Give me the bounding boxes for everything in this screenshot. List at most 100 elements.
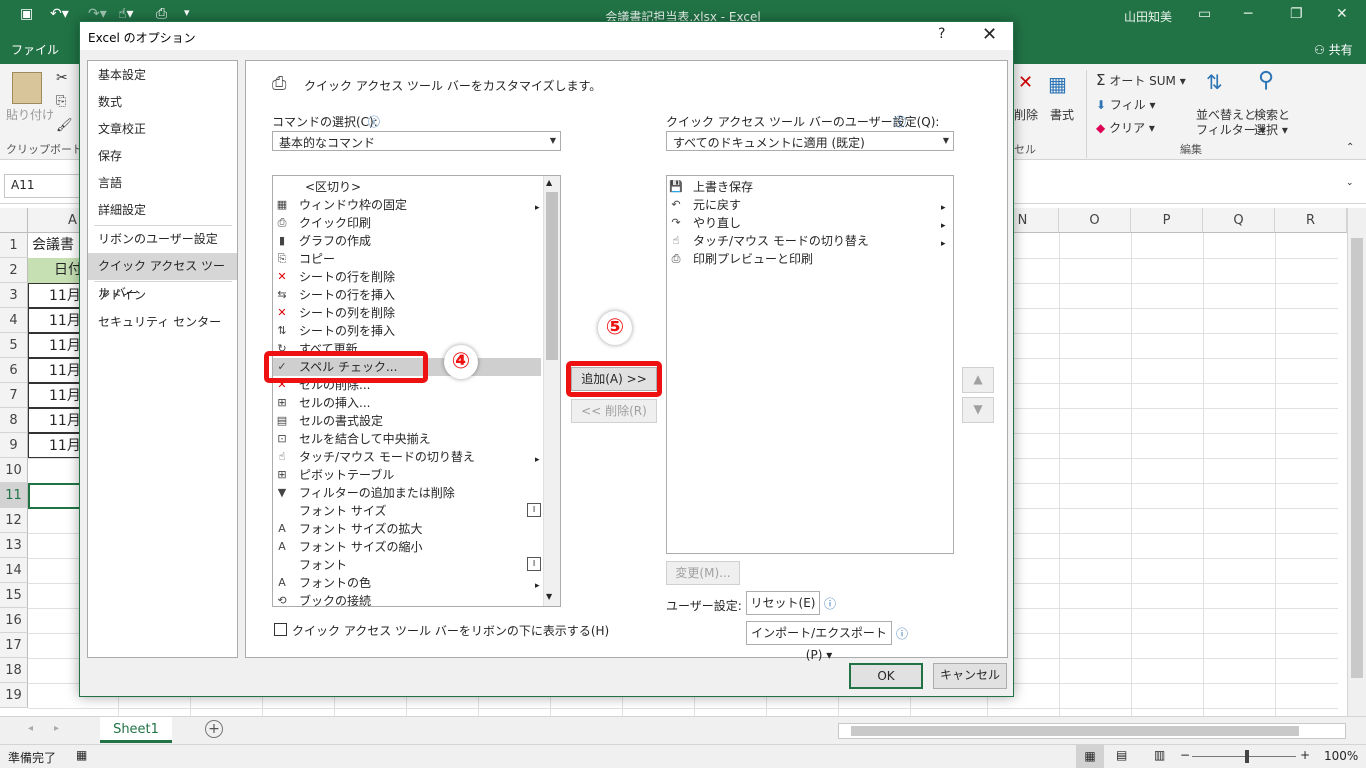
command-item[interactable]: ⇆ シートの行を挿入 (273, 286, 541, 304)
nav-quick-access-toolbar[interactable]: クイック アクセス ツール バー (88, 253, 237, 300)
row-header[interactable]: 16 (0, 608, 28, 633)
row-header[interactable]: 15 (0, 583, 28, 608)
command-item[interactable]: A フォント サイズの拡大 (273, 520, 541, 538)
column-header-q[interactable]: Q (1203, 208, 1275, 233)
command-item[interactable]: <区切り> (273, 178, 541, 196)
row-header[interactable]: 17 (0, 633, 28, 658)
column-header-r[interactable]: R (1275, 208, 1347, 233)
help-button[interactable]: ? (938, 26, 945, 42)
command-item[interactable]: フォント サイズ I (273, 502, 541, 520)
row-header[interactable]: 13 (0, 533, 28, 558)
delete-cell-icon[interactable]: ✕ (1018, 72, 1033, 93)
scroll-up-icon[interactable]: ▲ (546, 178, 552, 187)
row-header[interactable]: 8 (0, 408, 28, 433)
macro-record-icon[interactable]: ▦ (76, 748, 87, 762)
zoom-level[interactable]: 100% (1324, 749, 1358, 763)
row-header[interactable]: 18 (0, 658, 28, 683)
row-header[interactable]: 10 (0, 458, 28, 483)
page-break-icon[interactable]: ▥ (1154, 748, 1165, 762)
command-item[interactable]: ⇅ シートの列を挿入 (273, 322, 541, 340)
row-header[interactable]: 7 (0, 383, 28, 408)
cell-a6[interactable]: 11月 (28, 358, 86, 383)
import-export-button[interactable]: インポート/エクスポート(P) ▾ (746, 621, 892, 662)
command-item[interactable]: A フォントの色 ▸ (273, 574, 541, 592)
row-header[interactable]: 6 (0, 358, 28, 383)
sheet-tab-sheet1[interactable]: Sheet1 (100, 717, 172, 743)
column-header-p[interactable]: P (1131, 208, 1203, 233)
format-painter-icon[interactable]: 🖌 (56, 118, 73, 133)
restore-icon[interactable]: ❐ (1290, 6, 1303, 22)
find-label2[interactable]: 選択 ▾ (1254, 121, 1288, 138)
commands-scroll-thumb[interactable] (546, 192, 558, 360)
copy-icon[interactable]: ⎘ (56, 94, 66, 109)
choose-commands-select[interactable]: 基本的なコマンド ▼ (272, 131, 561, 151)
delete-label[interactable]: 削除 (1014, 106, 1038, 123)
cell-a7[interactable]: 11月 (28, 383, 86, 408)
scroll-down-icon[interactable]: ▼ (546, 592, 552, 601)
nav-proofing[interactable]: 文章校正 (88, 116, 237, 143)
next-sheet-icon[interactable]: ▸ (54, 723, 59, 734)
command-item[interactable]: ⎘ コピー (273, 250, 541, 268)
show-below-ribbon-checkbox[interactable] (274, 623, 287, 636)
row-header[interactable]: 11 (0, 483, 28, 508)
move-down-button[interactable]: ▼ (962, 397, 994, 423)
command-item[interactable]: ⊞ ピボットテーブル (273, 466, 541, 484)
format-label[interactable]: 書式 (1050, 106, 1074, 123)
qat-item[interactable]: ⎙ 印刷プレビューと印刷 (667, 250, 951, 268)
nav-save[interactable]: 保存 (88, 143, 237, 170)
command-item[interactable]: ⟲ ブックの接続 (273, 592, 541, 606)
autosum-button[interactable]: Σ オート SUM ▾ (1096, 71, 1186, 89)
collapse-ribbon-icon[interactable]: ⌃ (1346, 142, 1354, 153)
command-item[interactable]: フォント I (273, 556, 541, 574)
customize-qat-select[interactable]: すべてのドキュメントに適用 (既定) ▼ (666, 131, 954, 151)
ribbon-display-icon[interactable]: ▭ (1198, 6, 1211, 22)
qat-item[interactable]: ☝ タッチ/マウス モードの切り替え ▸ (667, 232, 951, 250)
cell-a3[interactable]: 11月 (28, 283, 86, 308)
row-header[interactable]: 9 (0, 433, 28, 458)
close-dialog-icon[interactable]: ✕ (982, 24, 997, 45)
cell-a2[interactable]: 日付 (28, 258, 86, 283)
new-sheet-icon[interactable]: + (205, 720, 223, 738)
share-button[interactable]: ⚇ 共有 (1314, 41, 1353, 58)
command-item[interactable]: ▮ グラフの作成 (273, 232, 541, 250)
row-header[interactable]: 5 (0, 333, 28, 358)
qat-items-list[interactable]: 💾 上書き保存 ↶ 元に戻す ▸ ↷ やり直し ▸ ☝ タッチ/マウス モードの切り替え ▸ ⎙ 印刷プ… (666, 175, 954, 554)
qat-item[interactable]: 💾 上書き保存 (667, 178, 951, 196)
zoom-slider[interactable] (1192, 756, 1296, 757)
cell-a5[interactable]: 11月 (28, 333, 86, 358)
expand-formula-icon[interactable]: ⌄ (1346, 178, 1354, 188)
command-item[interactable]: ▤ セルの書式設定 (273, 412, 541, 430)
row-header[interactable]: 2 (0, 258, 28, 283)
row-header[interactable]: 4 (0, 308, 28, 333)
commands-list-scrollbar[interactable]: ▲ ▼ (543, 176, 560, 606)
move-up-button[interactable]: ▲ (962, 367, 994, 393)
find-select-icon[interactable]: ⚲ (1258, 68, 1274, 93)
paste-icon[interactable] (12, 72, 42, 104)
reset-button[interactable]: リセット(E) ▾ (746, 591, 820, 632)
column-header-o[interactable]: O (1059, 208, 1131, 233)
normal-view-icon[interactable]: ▦ (1076, 745, 1104, 768)
row-header[interactable]: 3 (0, 283, 28, 308)
row-header[interactable]: 1 (0, 233, 28, 258)
format-cell-icon[interactable]: ▦ (1048, 72, 1067, 96)
vertical-scroll-thumb[interactable] (1351, 238, 1363, 678)
close-window-icon[interactable]: ✕ (1336, 6, 1348, 22)
nav-language[interactable]: 言語 (88, 170, 237, 197)
select-all-corner[interactable] (0, 208, 28, 233)
fill-button[interactable]: ⬇ フィル ▾ (1096, 96, 1156, 113)
modify-button[interactable]: 変更(M)... (666, 561, 740, 585)
nav-general[interactable]: 基本設定 (88, 62, 237, 89)
horizontal-scrollbar[interactable] (838, 723, 1346, 739)
row-header[interactable]: 14 (0, 558, 28, 583)
command-item[interactable]: ☝ タッチ/マウス モードの切り替え ▸ (273, 448, 541, 466)
nav-customize-ribbon[interactable]: リボンのユーザー設定 (88, 226, 237, 253)
cancel-button[interactable]: キャンセル (933, 663, 1007, 689)
command-item[interactable]: ⊞ セルの挿入... (273, 394, 541, 412)
horizontal-scroll-thumb[interactable] (851, 726, 1299, 736)
commands-list[interactable]: <区切り> ▦ ウィンドウ枠の固定 ▸ ⎙ クイック印刷 ▮ グラフの作成 ⎘ コピー ✕ シートの行… (272, 175, 561, 607)
sort-filter-icon[interactable]: ⇅ (1206, 70, 1223, 94)
cut-icon[interactable]: ✂ (56, 70, 68, 86)
name-box[interactable]: A11 (4, 174, 80, 198)
nav-trust-center[interactable]: セキュリティ センター (88, 309, 237, 336)
nav-advanced[interactable]: 詳細設定 (88, 197, 237, 224)
